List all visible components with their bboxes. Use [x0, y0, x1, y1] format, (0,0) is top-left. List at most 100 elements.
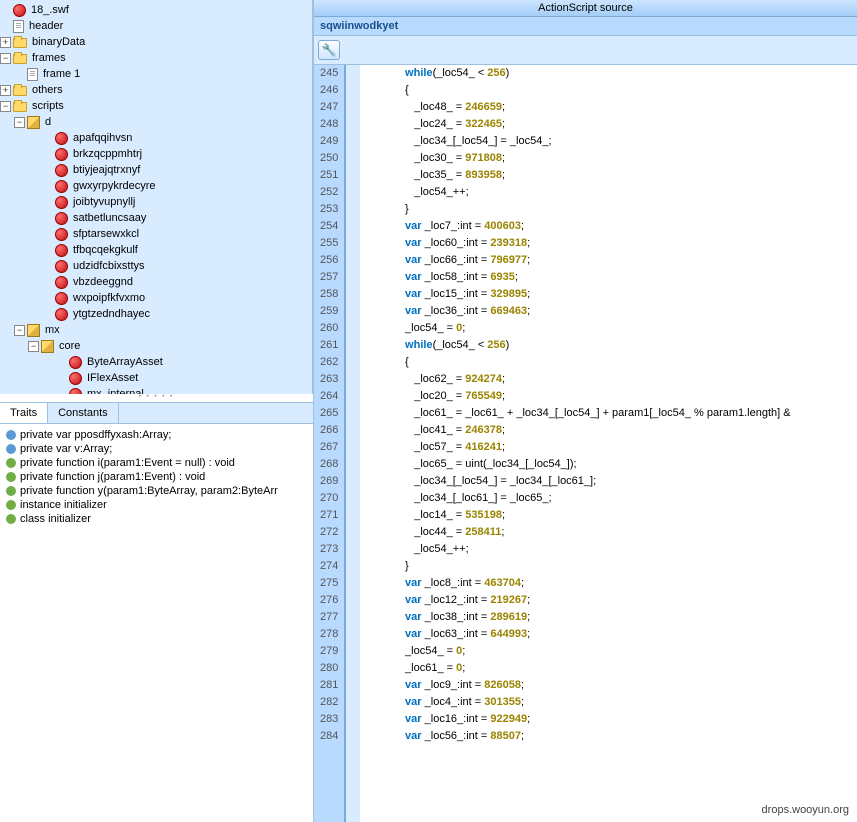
source-title: sqwiinwodkyet [314, 17, 857, 36]
expand-icon[interactable]: + [0, 37, 11, 48]
tree-node[interactable]: − mx [0, 322, 312, 338]
tree-node[interactable]: brkzqcppmhtrj [0, 146, 312, 162]
tree-node[interactable]: ByteArrayAsset [0, 354, 312, 370]
fold-margin[interactable] [346, 65, 360, 822]
tree-node[interactable]: wxpoipfkfvxmo [0, 290, 312, 306]
spacer [42, 277, 53, 288]
line-number: 270 [320, 490, 338, 507]
code-line: var _loc36_:int = 669463; [368, 303, 857, 320]
collapse-icon[interactable]: − [14, 325, 25, 336]
as-icon [55, 132, 68, 145]
trait-label: private function i(param1:Event = null) … [20, 457, 235, 469]
code-line: var _loc8_:int = 463704; [368, 575, 857, 592]
tree-node[interactable]: vbzdeeggnd [0, 274, 312, 290]
tree-node[interactable]: −scripts [0, 98, 312, 114]
tree-label: IFlexAsset [84, 372, 141, 384]
tree-node[interactable]: IFlexAsset [0, 370, 312, 386]
tree-node[interactable]: +binaryData [0, 34, 312, 50]
trait-item[interactable]: private function i(param1:Event = null) … [4, 456, 309, 470]
as-icon [13, 4, 26, 17]
tree-node[interactable]: mx_internal [0, 386, 312, 394]
tree-node[interactable]: satbetluncsaay [0, 210, 312, 226]
as-icon [55, 292, 68, 305]
tree-node[interactable]: joibtyvupnyllj [0, 194, 312, 210]
tree-label: gwxyrpykrdecyre [70, 180, 159, 192]
code-area[interactable]: 2452462472482492502512522532542552562572… [314, 65, 857, 822]
as-icon [55, 212, 68, 225]
tree-label: mx [42, 324, 63, 336]
tree-node[interactable]: −d [0, 114, 312, 130]
traits-panel[interactable]: private var pposdffyxash:Array;private v… [0, 424, 313, 822]
folder-icon [13, 86, 27, 96]
code-line: _loc61_ = _loc61_ + _loc34_[_loc54_] + p… [368, 405, 857, 422]
line-number: 256 [320, 252, 338, 269]
trait-item[interactable]: instance initializer [4, 498, 309, 512]
collapse-icon[interactable]: − [14, 117, 25, 128]
tab-traits[interactable]: Traits [0, 403, 48, 423]
code-line: _loc48_ = 246659; [368, 99, 857, 116]
code-line: while(_loc54_ < 256) [368, 337, 857, 354]
line-number: 261 [320, 337, 338, 354]
line-number: 271 [320, 507, 338, 524]
tree-node[interactable]: −frames [0, 50, 312, 66]
code-line: var _loc15_:int = 329895; [368, 286, 857, 303]
collapse-icon[interactable]: − [0, 101, 11, 112]
tree-label: wxpoipfkfvxmo [70, 292, 148, 304]
trait-label: class initializer [20, 513, 91, 525]
tree-node[interactable]: 18_.swf [0, 2, 312, 18]
spacer [42, 181, 53, 192]
page-icon [27, 68, 38, 81]
tree-label: others [29, 84, 66, 96]
tree-node[interactable]: − core [0, 338, 312, 354]
tree-node[interactable]: btiyjeajqtrxnyf [0, 162, 312, 178]
trait-item[interactable]: private var pposdffyxash:Array; [4, 428, 309, 442]
tree-label: brkzqcppmhtrj [70, 148, 145, 160]
tree-label: frame 1 [40, 68, 83, 80]
spacer [42, 133, 53, 144]
tree-label: core [56, 340, 83, 352]
expand-icon[interactable]: + [0, 85, 11, 96]
line-number: 249 [320, 133, 338, 150]
as-icon [69, 356, 82, 369]
tree-node[interactable]: frame 1 [0, 66, 312, 82]
spacer [42, 261, 53, 272]
tree-node[interactable]: sfptarsewxkcl [0, 226, 312, 242]
tree-panel[interactable]: 18_.swfheader+binaryData−frames frame 1 + o… [0, 0, 313, 394]
line-number: 268 [320, 456, 338, 473]
tree-label: tfbqcqekgkulf [70, 244, 141, 256]
wrench-button[interactable]: 🔧 [318, 40, 340, 60]
trait-item[interactable]: private var v:Array; [4, 442, 309, 456]
tree-node[interactable]: ytgtzedndhayec [0, 306, 312, 322]
collapse-icon[interactable]: − [0, 53, 11, 64]
trait-label: private function j(param1:Event) : void [20, 471, 205, 483]
tree-label: apafqqihvsn [70, 132, 135, 144]
trait-item[interactable]: private function y(param1:ByteArray, par… [4, 484, 309, 498]
tree-node[interactable]: udzidfcbixsttys [0, 258, 312, 274]
code-lines[interactable]: while(_loc54_ < 256) { _loc48_ = 246659;… [360, 65, 857, 822]
tree-node[interactable]: header [0, 18, 312, 34]
source-toolbar: 🔧 [314, 36, 857, 65]
line-number: 251 [320, 167, 338, 184]
tree-node[interactable]: gwxyrpykrdecyre [0, 178, 312, 194]
as-icon [55, 260, 68, 273]
line-number: 266 [320, 422, 338, 439]
tree-label: ByteArrayAsset [84, 356, 166, 368]
tree-node[interactable]: apafqqihvsn [0, 130, 312, 146]
trait-item[interactable]: private function j(param1:Event) : void [4, 470, 309, 484]
code-line: _loc20_ = 765549; [368, 388, 857, 405]
line-number: 272 [320, 524, 338, 541]
trait-label: instance initializer [20, 499, 107, 511]
line-number: 279 [320, 643, 338, 660]
line-number: 246 [320, 82, 338, 99]
tab-constants[interactable]: Constants [48, 403, 119, 423]
tree-node[interactable]: + others [0, 82, 312, 98]
code-line: _loc61_ = 0; [368, 660, 857, 677]
tree-node[interactable]: tfbqcqekgkulf [0, 242, 312, 258]
collapse-icon[interactable]: − [28, 341, 39, 352]
method-icon [6, 458, 16, 468]
code-line: _loc30_ = 971808; [368, 150, 857, 167]
trait-item[interactable]: class initializer [4, 512, 309, 526]
line-number: 253 [320, 201, 338, 218]
line-number: 282 [320, 694, 338, 711]
vertical-resizer[interactable]: • • • • • [0, 394, 313, 402]
